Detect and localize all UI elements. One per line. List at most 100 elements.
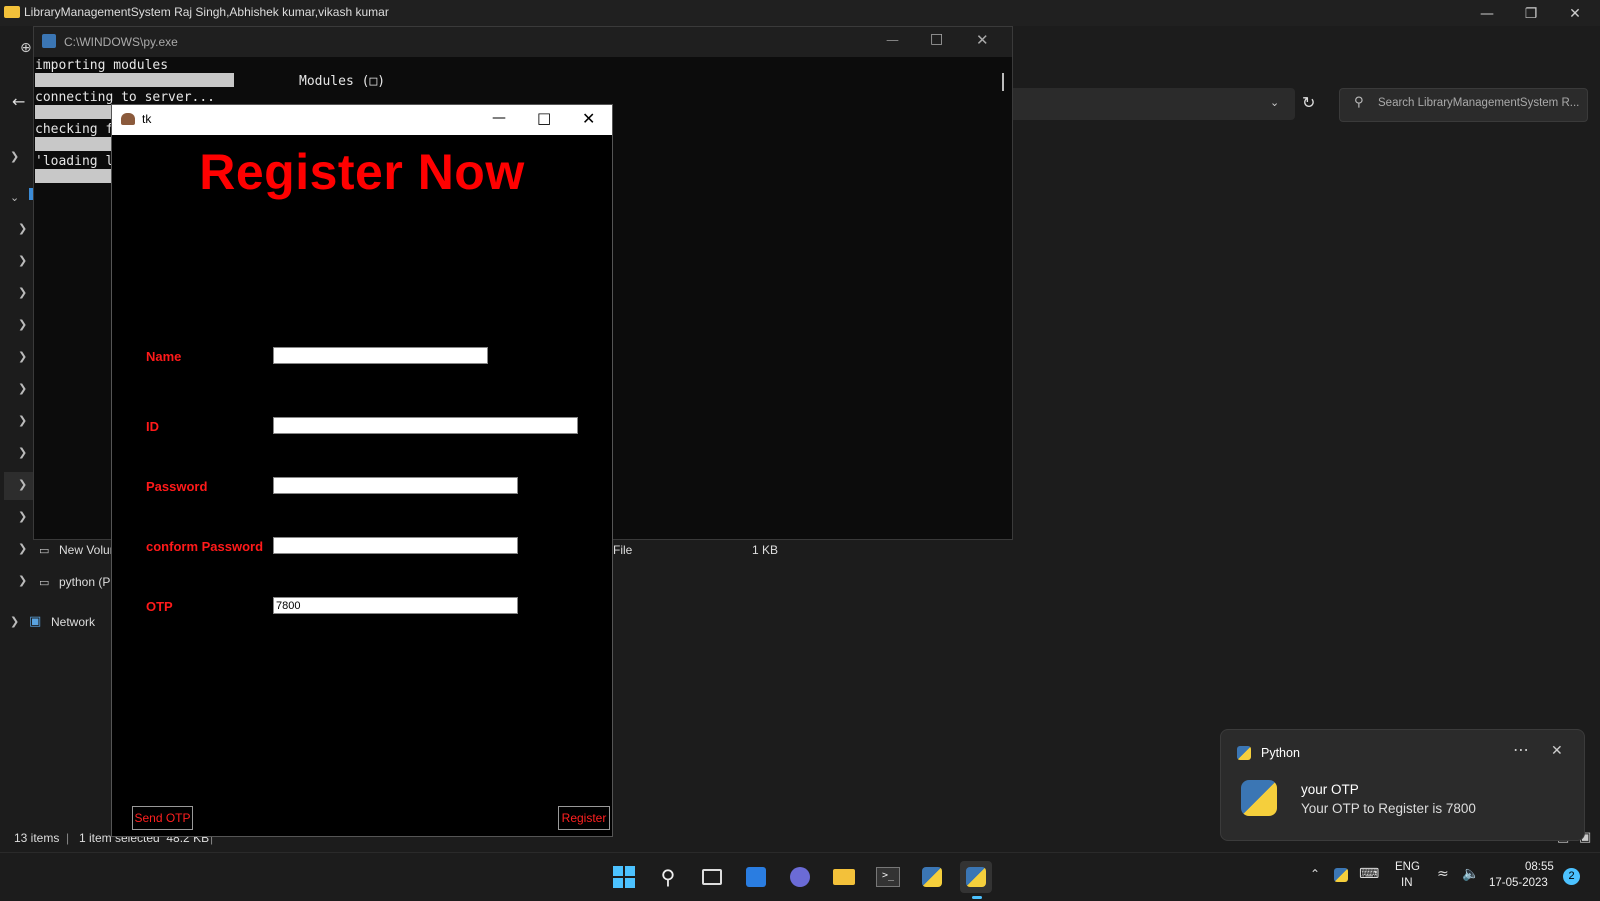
console-line: connecting to server...: [35, 90, 216, 105]
new-tab-icon[interactable]: ⊕: [20, 40, 32, 56]
otp-label: OTP: [146, 599, 173, 614]
widgets-icon[interactable]: [740, 861, 772, 893]
console-titlebar: C:\WINDOWS\py.exe — □ ✕: [34, 27, 1012, 57]
python-icon: [42, 34, 56, 48]
maximize-icon[interactable]: □: [537, 109, 551, 127]
chevron-right-icon[interactable]: ❯: [18, 222, 27, 235]
python-tray-icon[interactable]: [1334, 868, 1348, 882]
explorer-title: LibraryManagementSystem Raj Singh,Abhish…: [24, 5, 389, 19]
file-explorer-icon[interactable]: [828, 861, 860, 893]
console-scrollbar[interactable]: [1002, 73, 1004, 91]
chat-icon[interactable]: [784, 861, 816, 893]
send-otp-button[interactable]: Send OTP: [132, 806, 193, 830]
address-bar[interactable]: ⌄: [1000, 88, 1295, 120]
tk-register-window: tk — □ ✕ Register Now Name ID Password c…: [111, 104, 613, 837]
back-arrow-icon[interactable]: ←: [12, 92, 25, 111]
minimize-icon[interactable]: —: [1465, 0, 1509, 28]
chevron-right-icon[interactable]: ❯: [18, 382, 27, 395]
notification-badge[interactable]: 2: [1563, 868, 1580, 885]
tk-title: tk: [142, 112, 152, 126]
restore-icon[interactable]: ❐: [1509, 0, 1553, 28]
progress-bar: [35, 137, 115, 151]
chevron-down-icon[interactable]: ⌄: [10, 191, 19, 204]
console-modules-text: Modules (□): [299, 74, 386, 89]
password-input[interactable]: [273, 477, 518, 494]
sidebar-item-new-volume[interactable]: New Volun: [59, 543, 116, 557]
search-input[interactable]: ⚲ Search LibraryManagementSystem R...: [1339, 88, 1588, 122]
console-line: importing modules: [35, 58, 169, 73]
item-count: 13 items: [14, 831, 60, 845]
taskbar: ⚲ >_ ⌃ ⌨ ENG IN ≈ 🔈 08:55 17-05-2023 2: [0, 852, 1600, 901]
chevron-up-icon[interactable]: ⌃: [1310, 867, 1320, 881]
chevron-right-icon[interactable]: ❯: [18, 350, 27, 363]
python-logo-icon: [1241, 780, 1277, 816]
search-icon[interactable]: ⚲: [652, 861, 684, 893]
chevron-right-icon[interactable]: ❯: [18, 446, 27, 459]
chevron-right-icon[interactable]: ❯: [18, 414, 27, 427]
chevron-right-icon[interactable]: ❯: [18, 318, 27, 331]
confirm-password-label: conform Password: [146, 539, 264, 554]
start-button-icon[interactable]: [608, 861, 640, 893]
sidebar-item-python[interactable]: python (P: [59, 575, 110, 589]
chevron-right-icon[interactable]: ❯: [18, 574, 27, 587]
name-label: Name: [146, 349, 182, 364]
progress-bar: [35, 73, 234, 87]
console-line: 'loading li: [35, 154, 122, 169]
region-indicator[interactable]: IN: [1401, 877, 1413, 889]
confirm-password-input[interactable]: [273, 537, 518, 554]
clock-time[interactable]: 08:55: [1525, 861, 1554, 873]
language-indicator[interactable]: ENG: [1395, 861, 1420, 873]
console-title: C:\WINDOWS\py.exe: [64, 35, 178, 49]
chevron-right-icon[interactable]: ❯: [10, 150, 19, 163]
close-icon[interactable]: ✕: [976, 31, 989, 49]
chevron-right-icon[interactable]: ❯: [10, 615, 19, 628]
volume-icon[interactable]: 🔈: [1462, 866, 1479, 882]
name-input[interactable]: [273, 347, 488, 364]
chevron-right-icon[interactable]: ❯: [18, 254, 27, 267]
drive-icon: ▭: [39, 544, 50, 557]
progress-bar: [35, 169, 115, 183]
status-separator: |: [66, 831, 70, 845]
python-icon: [1237, 746, 1251, 760]
chevron-down-icon[interactable]: ⌄: [1270, 96, 1279, 109]
explorer-titlebar: LibraryManagementSystem Raj Singh,Abhish…: [0, 0, 1600, 26]
close-icon[interactable]: ✕: [1553, 0, 1597, 28]
tk-feather-icon: [121, 113, 135, 125]
close-icon[interactable]: ✕: [582, 109, 595, 128]
chevron-right-icon[interactable]: ❯: [18, 286, 27, 299]
id-input[interactable]: [273, 417, 578, 434]
active-indicator: [972, 896, 982, 899]
refresh-icon[interactable]: ↻: [1302, 93, 1315, 112]
task-view-icon[interactable]: [696, 861, 728, 893]
search-placeholder: Search LibraryManagementSystem R...: [1378, 97, 1580, 109]
sidebar-item-network[interactable]: Network: [51, 615, 95, 629]
search-icon: ⚲: [1354, 95, 1364, 110]
folder-icon: [4, 6, 20, 18]
maximize-icon[interactable]: □: [930, 31, 943, 47]
chevron-right-icon[interactable]: ❯: [18, 542, 27, 555]
otp-input[interactable]: 7800: [273, 597, 518, 614]
chevron-right-icon[interactable]: ❯: [18, 478, 27, 491]
notification-toast[interactable]: Python ⋯ ✕ your OTP Your OTP to Register…: [1220, 729, 1585, 841]
progress-bar: [35, 105, 115, 119]
minimize-icon[interactable]: —: [886, 33, 899, 48]
drive-icon: ▭: [39, 576, 50, 589]
clock-date[interactable]: 17-05-2023: [1489, 877, 1548, 889]
network-icon: ▣: [29, 614, 42, 629]
keyboard-icon[interactable]: ⌨: [1359, 866, 1379, 882]
terminal-icon[interactable]: >_: [872, 861, 904, 893]
python-active-icon[interactable]: [960, 861, 992, 893]
python-idle-icon[interactable]: [916, 861, 948, 893]
close-icon[interactable]: ✕: [1551, 743, 1563, 759]
minimize-icon[interactable]: —: [492, 110, 506, 126]
password-label: Password: [146, 479, 208, 494]
file-type: File: [613, 543, 633, 557]
register-heading: Register Now: [199, 144, 525, 200]
toast-app-name: Python: [1261, 746, 1300, 760]
more-options-icon[interactable]: ⋯: [1513, 740, 1529, 759]
console-line: checking f: [35, 122, 114, 137]
chevron-right-icon[interactable]: ❯: [18, 510, 27, 523]
wifi-icon[interactable]: ≈: [1437, 866, 1449, 882]
toast-title: your OTP: [1301, 782, 1359, 797]
register-button[interactable]: Register: [558, 806, 610, 830]
